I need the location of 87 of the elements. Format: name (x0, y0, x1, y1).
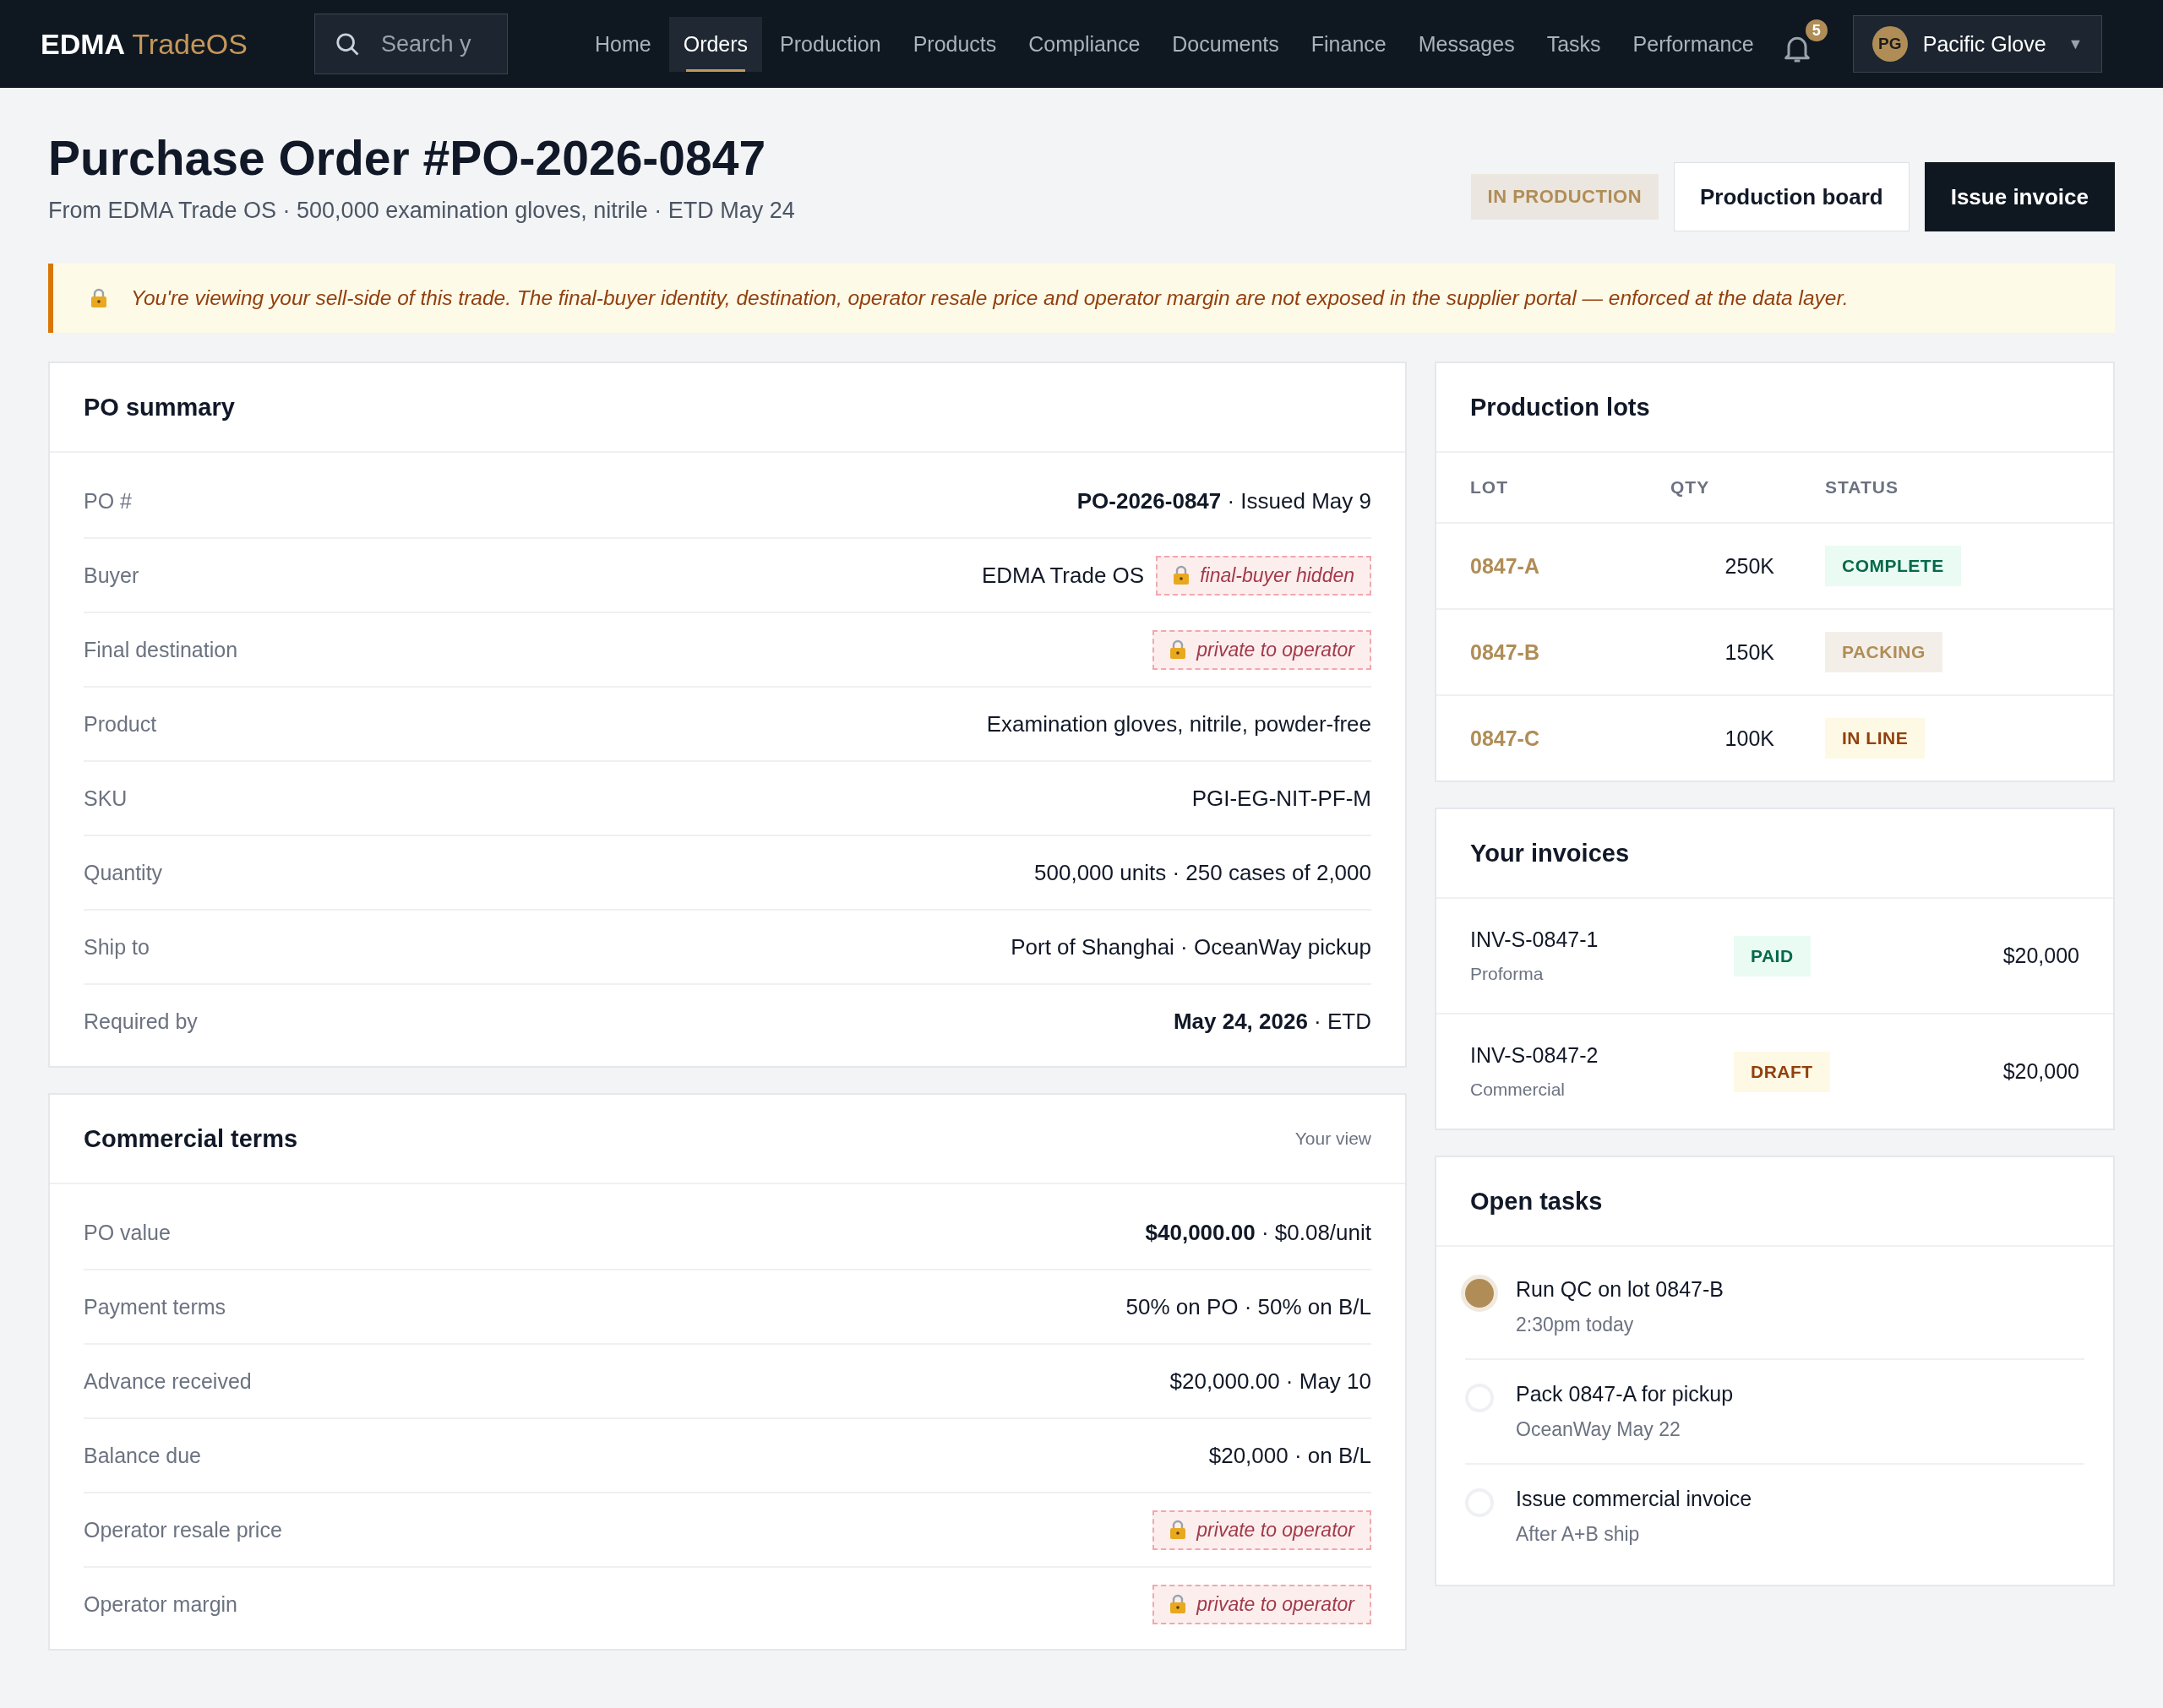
task-meta: 2:30pm today (1516, 1314, 1635, 1336)
card-title: Production lots (1470, 393, 1650, 422)
status-tag: DRAFT (1734, 1051, 1830, 1092)
field-value: Port of Shanghai · OceanWay pickup (1011, 933, 1371, 960)
status-tag: PACKING (1825, 632, 1942, 672)
field-label: Operator resale price (84, 1517, 282, 1542)
action-button[interactable]: Issue invoice (1924, 162, 2115, 231)
field-label: Final destination (84, 637, 238, 662)
invoice-type: Commercial (1470, 1080, 1566, 1100)
column-header: QTY (1670, 477, 1711, 498)
card-title: Commercial terms (84, 1124, 298, 1153)
page-title: Purchase Order #PO-2026-0847 (48, 130, 767, 186)
lock-icon (1173, 565, 1190, 585)
lock-icon (90, 288, 107, 308)
field-label: Payment terms (84, 1294, 226, 1319)
invoice-type: Proforma (1470, 964, 1545, 984)
nav-tab[interactable]: Performance (1618, 16, 1768, 72)
field-value: PO-2026-0847 · Issued May 9 (1076, 487, 1371, 514)
private-chip: private to operator (1152, 629, 1371, 670)
card-title: Your invoices (1470, 839, 1630, 868)
field-value: PGI-EG-NIT-PF-M (1191, 785, 1371, 812)
field-value: $20,000.00 · May 10 (1169, 1368, 1371, 1395)
nav-tab[interactable]: Documents (1158, 16, 1294, 72)
invoice-amount: $20,000 (2002, 944, 2079, 968)
nav-tab[interactable]: Tasks (1532, 16, 1615, 72)
private-chip: private to operator (1152, 1509, 1371, 1550)
private-chip: private to operator (1152, 1584, 1371, 1624)
card-title: Open tasks (1470, 1187, 1603, 1216)
private-chip: final-buyer hidden (1156, 555, 1371, 596)
field-value: Examination gloves, nitrile, powder-free (986, 710, 1371, 737)
invoice-number[interactable]: INV-S-0847-1 (1470, 927, 1734, 952)
task-title[interactable]: Run QC on lot 0847-B (1516, 1277, 1724, 1302)
task-title[interactable]: Pack 0847-A for pickup (1516, 1382, 1734, 1406)
field-label: PO # (84, 488, 132, 514)
page-subtitle: From EDMA Trade OS · 500,000 examination gloves, nitrile · ETD May 24 (48, 198, 795, 224)
field-label: Operator margin (84, 1591, 238, 1617)
nav-tab[interactable]: Finance (1296, 16, 1401, 72)
table-cell-text: 250K (1724, 553, 1775, 579)
field-label: SKU (84, 786, 128, 811)
field-value: May 24, 2026 · ETD (1173, 1008, 1371, 1035)
field-value: $40,000.00 · $0.08/unit (1145, 1219, 1371, 1246)
account-name: Pacific Glove (1922, 31, 2046, 57)
field-value: 500,000 units · 250 cases of 2,000 (1034, 859, 1371, 886)
lock-icon (1169, 1520, 1187, 1540)
action-button[interactable]: Production board (1674, 162, 1910, 231)
caret-icon: ▼ (2068, 35, 2084, 53)
field-label: Buyer (84, 563, 139, 588)
notification-count: 5 (1805, 19, 1828, 41)
field-label: Quantity (84, 860, 163, 885)
task-title[interactable]: Issue commercial invoice (1516, 1487, 1752, 1511)
field-value: $20,000 · on B/L (1208, 1442, 1371, 1469)
status-tag: PAID (1734, 935, 1811, 976)
nav-tab[interactable]: Production (765, 16, 896, 72)
brand-logo[interactable]: EDMA TradeOS (41, 27, 314, 61)
field-label: Advance received (84, 1368, 252, 1394)
task-status-circle[interactable] (1461, 1275, 1498, 1312)
field-value: EDMA Trade OS (981, 562, 1145, 589)
status-tag: COMPLETE (1825, 546, 1961, 586)
invoice-amount: $20,000 (2002, 1059, 2079, 1084)
field-label: Ship to (84, 934, 150, 960)
nav-tab[interactable]: Messages (1403, 16, 1529, 72)
nav-tab[interactable]: Compliance (1014, 16, 1155, 72)
field-label: Product (84, 711, 157, 737)
table-cell-text: 150K (1724, 639, 1775, 665)
search-field[interactable]: Search y (314, 14, 508, 74)
card-title: PO summary (84, 393, 235, 422)
status-tag: IN LINE (1825, 718, 1926, 759)
column-header: STATUS (1824, 477, 1899, 498)
nav-tab[interactable]: Products (898, 16, 1011, 72)
field-label: Required by (84, 1009, 198, 1034)
lock-icon (1169, 639, 1187, 660)
task-meta: OceanWay May 22 (1516, 1418, 1681, 1441)
field-label: Balance due (84, 1443, 201, 1468)
account-menu[interactable]: PG Pacific Glove ▼ (1852, 15, 2103, 73)
table-cell-text: 100K (1724, 726, 1775, 751)
nav-tab[interactable]: Orders (668, 16, 763, 72)
avatar: PG (1872, 26, 1908, 62)
notice-text: You're viewing your sell-side of this trade. The final-buyer identity, destination, operator resale price and operator margin are not exposed in the supplier portal — enforced at the data layer. (131, 286, 1849, 310)
field-label: PO value (84, 1220, 171, 1245)
lock-icon (1169, 1594, 1187, 1614)
task-meta: After A+B ship (1516, 1523, 1641, 1546)
status-badge: IN PRODUCTION (1470, 174, 1659, 220)
invoice-number[interactable]: INV-S-0847-2 (1470, 1043, 1734, 1068)
nav-tab[interactable]: Home (580, 16, 666, 72)
view-note: Your view (1294, 1129, 1371, 1149)
field-value: 50% on PO · 50% on B/L (1125, 1293, 1371, 1320)
column-header: LOT (1470, 477, 1509, 498)
